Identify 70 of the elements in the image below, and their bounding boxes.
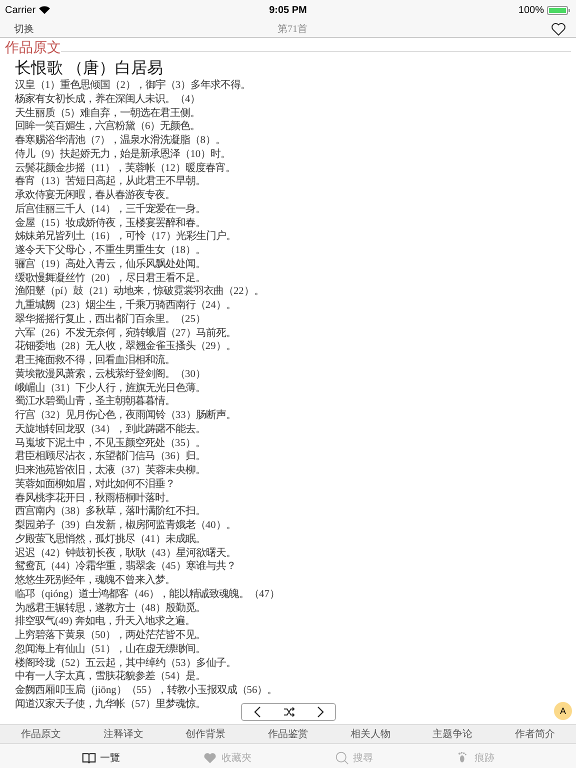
poem-line: 回眸一笑百媚生，六宫粉黛（6）无颜色。 <box>15 120 200 134</box>
poem-line: 后宫佳丽三千人（14），三千宠爱在一身。 <box>15 202 206 216</box>
section-heading: 作品原文 <box>5 40 61 58</box>
poem-line: 梨园弟子（39）白发新，椒房阿监青娥老（40）。 <box>15 519 236 533</box>
shuffle-icon[interactable] <box>282 706 294 718</box>
poem-line: 夕殿萤飞思悄然，孤灯挑尽（41）未成眠。 <box>15 532 206 546</box>
previous-icon[interactable] <box>252 706 264 718</box>
poem-line: 中有一人字太真，雪肤花貌参差（54）是。 <box>15 670 206 684</box>
poem-line: 侍儿（9）扶起娇无力，始是新承恩泽（10）时。 <box>15 148 231 162</box>
poem-line: 云鬓花颜金步摇（11），芙蓉帐（12）暖度春宵。 <box>15 162 236 175</box>
poem-line: 闻道汉家天子使，九华帐（57）里梦魂惊。 <box>15 698 206 712</box>
poem-line: 春风桃李花开日，秋雨梧桐叶落时。 <box>15 492 175 505</box>
poem-line: 春寒赐浴华清池（7），温泉水滑洗凝脂（8）。 <box>15 134 226 148</box>
poem-line: 归来池苑皆依旧，太液（37）芙蓉未央柳。 <box>15 464 206 478</box>
poem-line: 汉皇（1）重色思倾国（2），御宇（3）多年求不得。 <box>15 79 251 93</box>
poem-line: 行宫（32）见月伤心色，夜雨闻铃（33）肠断声。 <box>15 409 236 423</box>
poem-line: 天旋地转回龙驭（34），到此踌躇不能去。 <box>15 422 206 436</box>
search-icon <box>334 750 349 764</box>
poem-line: 蜀江水碧蜀山青，圣主朝朝暮暮情。 <box>15 395 175 409</box>
poem-line: 春宵（13）苦短日高起，从此君王不早朝。 <box>15 175 206 189</box>
poem-line: 楼阁玲珑（52）五云起，其中绰约（53）多仙子。 <box>15 656 236 670</box>
poem-line: 渔阳鼙（pí）鼓（21）动地来，惊破霓裳羽衣曲（22）。 <box>15 285 264 299</box>
poem-line: 缓歌慢舞凝丝竹（20），尽日君王看不足。 <box>15 272 206 285</box>
font-size-button[interactable]: A <box>554 702 572 720</box>
switch-button[interactable]: 切换 <box>14 22 34 36</box>
section-tab[interactable]: 作品原文 <box>21 727 62 741</box>
tab-bar-item[interactable]: 一覽 <box>82 750 120 764</box>
battery-percent: 100% <box>518 4 544 16</box>
poem-line: 君臣相顾尽沾衣，东望都门信马（36）归。 <box>15 450 206 464</box>
poem-line: 悠悠生死别经年，魂魄不曾来入梦。 <box>15 574 175 588</box>
poem-line: 西宫南内（38）多秋草，落叶满阶红不扫。 <box>15 505 206 519</box>
poem-line: 杨家有女初长成，养在深闺人未识。（4） <box>15 92 200 106</box>
poem-line: 为感君王辗转思，遂教方士（48）殷勤觅。 <box>15 602 206 615</box>
clock-time: 9:05 PM <box>269 4 307 16</box>
poem-line: 芙蓉如面柳如眉，对此如何不泪垂？ <box>15 478 175 492</box>
poem-line: 金屋（15）妆成娇侍夜，玉楼宴罢醉和春。 <box>15 216 206 230</box>
section-tab[interactable]: 相关人物 <box>350 727 390 741</box>
nav-title: 第71首 <box>278 22 308 36</box>
section-tab[interactable]: 主题争论 <box>432 727 473 741</box>
section-tab[interactable]: 创作背景 <box>186 727 226 741</box>
section-tab[interactable]: 注释译文 <box>103 727 144 741</box>
poem-line: 金阙西厢叩玉扃（jiōng）（55），转教小玉报双成（56）。 <box>15 684 278 698</box>
section-tab[interactable]: 作品鉴赏 <box>268 727 308 741</box>
poem-line: 迟迟（42）钟鼓初长夜，耿耿（43）星河欲曙天。 <box>15 546 236 560</box>
poem-line: 临邛（qióng）道士鸿都客（46），能以精诚致魂魄。（47） <box>15 588 280 602</box>
poem-line: 峨嵋山（31）下少人行，旌旗无光日色薄。 <box>15 382 206 395</box>
poem-line: 九重城阙（23）烟尘生，千乘万骑西南行（24）。 <box>15 299 236 313</box>
poem-line: 遂令天下父母心，不重生男重生女（18）。 <box>15 244 206 258</box>
poem-line: 忽闻海上有仙山（51），山在虚无缥缈间。 <box>15 642 206 656</box>
poem-line: 姊妹弟兄皆列土（16），可怜（17）光彩生门户。 <box>15 230 236 244</box>
wifi-icon <box>38 6 50 14</box>
poem-line: 上穷碧落下黄泉（50），两处茫茫皆不见。 <box>15 629 206 643</box>
poem-line: 天生丽质（5）难自弃，一朝选在君王侧。 <box>15 106 200 120</box>
poem-line: 黄埃散漫风萧索，云栈萦纡登剑阁。（30） <box>15 368 206 382</box>
poem-line: 排空驭气(49) 奔如电，升天入地求之遍。 <box>15 615 195 629</box>
poem-line: 六军（26）不发无奈何，宛转蛾眉（27）马前死。 <box>15 326 236 340</box>
poem-line: 承欢侍宴无闲暇，春从春游夜专夜。 <box>15 189 175 203</box>
poem-line: 骊宫（19）高处入青云，仙乐风飘处处闻。 <box>15 258 206 272</box>
section-tab[interactable]: 作者简介 <box>514 727 555 741</box>
poem-line: 君王掩面救不得，回看血泪相和流。 <box>15 354 175 368</box>
poem-line: 马嵬坡下泥土中，不见玉颜空死处（35）。 <box>15 436 206 450</box>
poem-title: 长恨歌 （唐）白居易 <box>15 59 164 79</box>
poem-line: 花钿委地（28）无人收，翠翘金雀玉搔头（29）。 <box>15 340 236 354</box>
heart-icon <box>203 750 218 764</box>
battery-icon <box>546 6 571 14</box>
book-icon <box>82 750 96 764</box>
poem-line: 翠华摇摇行复止，西出都门百余里。（25） <box>15 312 206 326</box>
poem-line: 鸳鸯瓦（44）冷霜华重，翡翠衾（45）寒谁与共？ <box>15 560 236 574</box>
carrier-label: Carrier <box>5 4 36 16</box>
favorite-heart-icon[interactable] <box>551 22 566 36</box>
